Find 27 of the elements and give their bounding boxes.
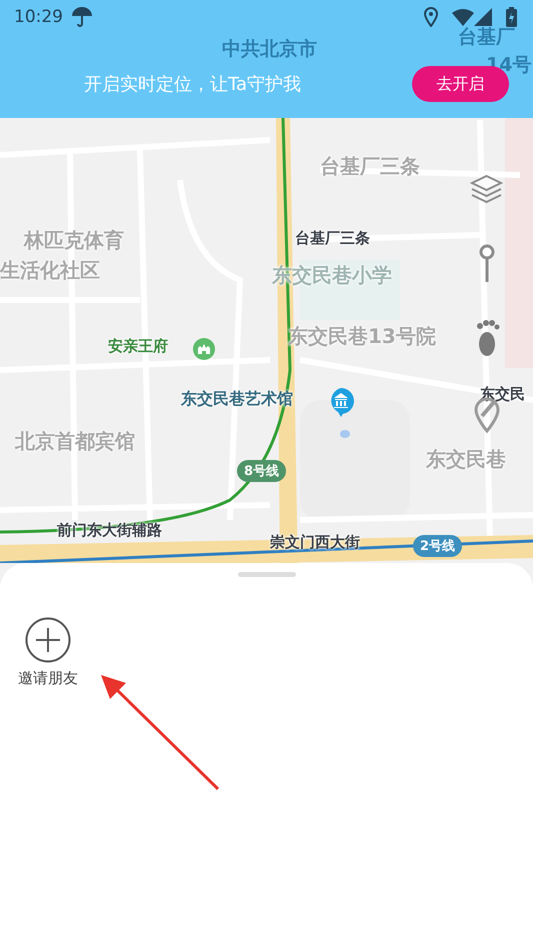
wifi-icon (452, 8, 474, 26)
layers-icon[interactable] (470, 174, 503, 206)
signal-icon (474, 8, 492, 26)
place-label: 安亲王府 (108, 338, 168, 356)
umbrella-icon (71, 6, 93, 28)
location-icon (424, 7, 438, 27)
plus-circle-icon (25, 617, 71, 663)
place-label: 林匹克体育 (24, 229, 124, 252)
pin-marker-icon[interactable] (478, 244, 496, 284)
street-label: 台基厂三条 (295, 230, 370, 248)
map-drawing[interactable] (0, 118, 533, 563)
place-label: 中共北京市 (222, 37, 317, 62)
place-label: 北京首都宾馆 (15, 430, 135, 453)
place-label: 台基厂 (458, 25, 515, 50)
drag-handle[interactable] (238, 572, 296, 577)
place-label: 东交民巷 (426, 448, 506, 471)
palace-icon (192, 337, 216, 361)
street-label: 崇文门西大街 (270, 534, 360, 552)
place-label: 台基厂三条 (320, 155, 420, 178)
battery-icon (506, 7, 517, 27)
footprint-icon[interactable] (475, 318, 501, 358)
metro-line-badge: 8号线 (237, 460, 286, 482)
clock-time: 10:29 (14, 7, 63, 27)
metro-line-badge: 2号线 (413, 535, 462, 557)
location-prompt: 开启实时定位，让Ta守护我 (84, 73, 302, 96)
invite-friends-button[interactable]: 邀请朋友 (18, 617, 78, 688)
museum-pin-icon (328, 388, 354, 418)
